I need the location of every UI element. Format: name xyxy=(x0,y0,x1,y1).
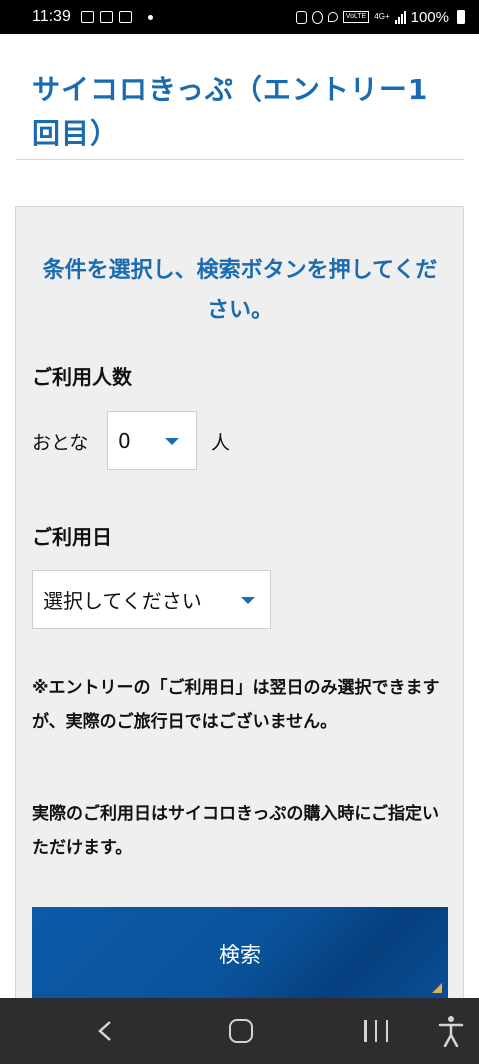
instruction-text: 条件を選択し、検索ボタンを押してください。 xyxy=(42,258,438,323)
battery-icon xyxy=(457,10,465,24)
adult-count-value: 0 xyxy=(118,428,131,453)
accessibility-icon[interactable] xyxy=(438,1015,464,1047)
system-icons: VoLTE 4G+ 100% xyxy=(295,8,465,26)
date-section-label: ご利用日 xyxy=(32,525,112,549)
notification-icons xyxy=(80,11,153,23)
search-button-label: 検索 xyxy=(219,943,261,967)
person-unit-label: 人 xyxy=(211,432,231,454)
more-notifications-dot-icon xyxy=(147,14,153,20)
page-title: サイコロきっぷ（エントリー1回目） xyxy=(32,73,429,150)
alarm-icon xyxy=(311,10,323,24)
adult-label: おとな xyxy=(32,432,89,454)
users-section-label: ご利用人数 xyxy=(32,365,132,389)
status-time: 11:39 xyxy=(32,8,71,25)
mail-icon xyxy=(99,11,113,23)
location-icon xyxy=(327,12,338,22)
purchase-date-note: 実際のご利用日はサイコロきっぷの購入時にご指定いただけます。 xyxy=(32,804,439,858)
home-icon[interactable] xyxy=(229,1019,253,1043)
search-button[interactable]: 検索 xyxy=(32,907,448,1001)
volte-icon: VoLTE xyxy=(342,11,370,23)
battery-percent: 100% xyxy=(410,8,449,26)
system-nav-bar xyxy=(0,998,479,1064)
network-type-icon: 4G+ xyxy=(374,12,390,21)
search-panel: 条件を選択し、検索ボタンを押してください。 ご利用人数 おとな 0 人 ご利用日… xyxy=(15,206,464,1006)
signal-icon xyxy=(394,10,406,24)
date-select[interactable]: 選択してください xyxy=(32,570,271,629)
status-bar: 11:39 VoLTE 4G+ 100% xyxy=(0,0,479,34)
adult-count-select[interactable]: 0 xyxy=(107,411,197,470)
back-icon[interactable] xyxy=(96,1020,114,1042)
corner-triangle-icon xyxy=(432,983,442,993)
date-select-value: 選択してください xyxy=(43,589,202,613)
chevron-down-icon xyxy=(241,597,255,604)
entry-date-note: ※エントリーの「ご利用日」は翌日のみ選択できますが、実際のご旅行日ではございませ… xyxy=(32,678,440,732)
sync-icon xyxy=(295,10,307,24)
title-divider xyxy=(16,159,464,160)
message-icon xyxy=(118,11,132,23)
chevron-down-icon xyxy=(165,438,179,445)
gallery-icon xyxy=(80,11,94,23)
recent-apps-icon[interactable] xyxy=(364,1020,388,1042)
